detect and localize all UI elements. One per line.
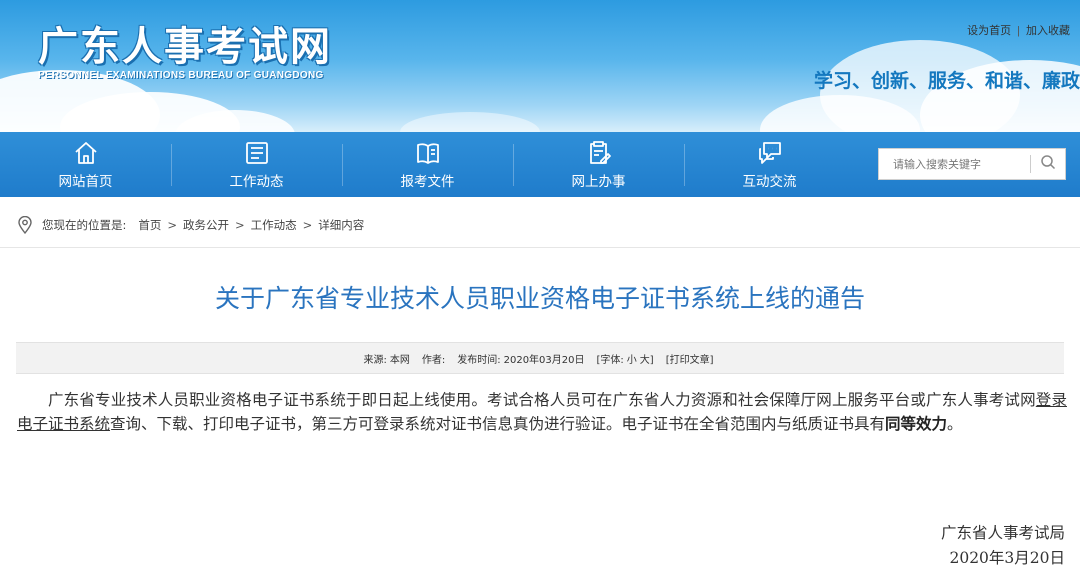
meta-source-value: 本网 <box>389 354 410 366</box>
site-slogan: 学习、创新、服务、和谐、廉政 <box>813 70 1080 92</box>
location-pin-icon <box>18 215 32 235</box>
nav-item-home[interactable]: 网站首页 <box>0 132 171 197</box>
clipboard-edit-icon <box>586 140 612 166</box>
breadcrumb-separator: > <box>302 218 313 232</box>
meta-date-label: 发布时间: <box>457 354 501 366</box>
meta-author-label: 作者: <box>421 354 446 366</box>
search-icon <box>1040 154 1056 174</box>
site-logo-title[interactable]: 广东人事考试网 <box>38 14 332 72</box>
meta-source-label: 来源: <box>363 354 387 366</box>
nav-label: 网站首页 <box>58 173 113 190</box>
breadcrumb-details: 详细内容 <box>318 218 365 232</box>
chat-bubbles-icon <box>757 140 783 166</box>
article-body-text: 查询、下载、打印电子证书，第三方可登录系统对证书信息真伪进行验证。电子证书在全省… <box>110 415 886 433</box>
search-button[interactable] <box>1035 152 1061 176</box>
print-article-button[interactable]: [打印文章] <box>666 351 714 366</box>
nav-label: 网上办事 <box>571 173 626 190</box>
top-links: 设为首页 | 加入收藏 <box>967 22 1070 38</box>
meta-font-label: [字体: <box>596 354 624 366</box>
font-large-button[interactable]: 大] <box>640 351 654 366</box>
book-icon <box>415 140 441 166</box>
news-list-icon <box>244 140 270 166</box>
meta-date-value: 2020年03月20日 <box>503 354 585 366</box>
search-box <box>878 148 1066 180</box>
article-title: 关于广东省专业技术人员职业资格电子证书系统上线的通告 <box>214 284 865 313</box>
header-banner: 广东人事考试网 PERSONNEL EXAMINATIONS BUREAU OF… <box>0 0 1080 132</box>
breadcrumb-work-news[interactable]: 工作动态 <box>251 217 297 233</box>
font-small-button[interactable]: 小 <box>627 351 637 366</box>
search-divider <box>1030 155 1031 173</box>
nav-label: 报考文件 <box>400 173 455 190</box>
signature-date: 2020年3月20日 <box>949 549 1065 567</box>
search-input[interactable] <box>879 149 1029 179</box>
article-body-text: 。 <box>947 415 963 433</box>
set-homepage-link[interactable]: 设为首页 <box>967 25 1011 37</box>
cloud-decoration <box>400 112 540 132</box>
breadcrumb-separator: > <box>235 218 245 232</box>
home-icon <box>73 140 99 166</box>
signature-organization: 广东省人事考试局 <box>940 524 1065 542</box>
nav-item-interaction[interactable]: 互动交流 <box>684 132 855 197</box>
nav-label: 工作动态 <box>229 173 284 190</box>
breadcrumb: 您现在的位置是: 首页 > 政务公开 > 工作动态 > 详细内容 <box>18 215 364 235</box>
breadcrumb-government-affairs[interactable]: 政务公开 <box>183 217 229 233</box>
breadcrumb-home[interactable]: 首页 <box>138 217 161 233</box>
article-meta-bar: 来源: 本网 作者: 发布时间: 2020年03月20日 [字体: 小 大] [… <box>16 342 1064 374</box>
nav-label: 互动交流 <box>742 173 797 190</box>
top-links-separator: | <box>1017 25 1020 37</box>
add-favorite-link[interactable]: 加入收藏 <box>1026 25 1070 37</box>
site-logo-subtitle: PERSONNEL EXAMINATIONS BUREAU OF GUANGDO… <box>38 70 324 81</box>
article-body-bold: 同等效力 <box>885 414 948 433</box>
nav-item-online-services[interactable]: 网上办事 <box>513 132 684 197</box>
article-body-text: 广东省专业技术人员职业资格电子证书系统于即日起上线使用。考试合格人员可在广东省人… <box>48 391 1036 409</box>
article-body: 广东省专业技术人员职业资格电子证书系统于即日起上线使用。考试合格人员可在广东省人… <box>17 388 1067 436</box>
nav-item-exam-files[interactable]: 报考文件 <box>342 132 513 197</box>
breadcrumb-separator: > <box>167 218 178 232</box>
breadcrumb-divider <box>0 247 1080 248</box>
nav-item-work-news[interactable]: 工作动态 <box>171 132 342 197</box>
breadcrumb-prefix: 您现在的位置是: <box>42 218 127 232</box>
